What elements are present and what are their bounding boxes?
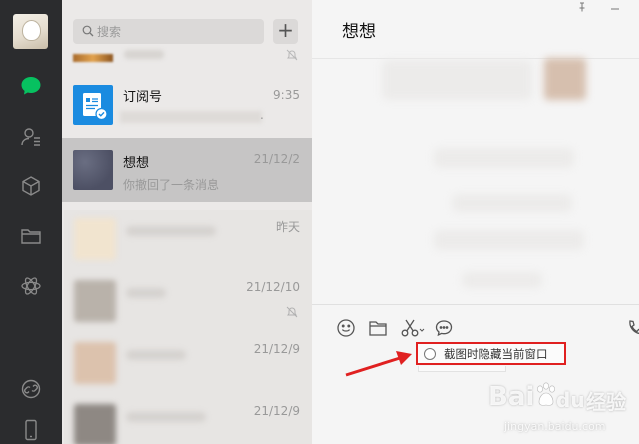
chat-time: 9:35 [273,88,300,102]
chat-time: 昨天 [275,220,300,234]
blurred-message [382,60,532,100]
mute-bell-icon [286,49,298,61]
blurred-avatar [74,218,116,260]
header-divider [312,58,639,59]
blurred-name [126,350,186,360]
blurred-name [126,412,206,422]
blurred-message [462,272,542,288]
chat-preview: 你撤回了一条消息 [123,178,220,192]
mini-program-icon[interactable] [19,274,43,298]
blurred-name [126,288,166,298]
link-icon[interactable] [19,377,43,401]
chat-time: 21/12/9 [253,342,300,356]
folder-send-icon[interactable] [368,318,388,338]
subscriptions-avatar [73,85,113,125]
mute-bell-icon [286,306,298,318]
minimize-icon[interactable] [610,3,620,13]
option-shadow [418,366,506,372]
chat-name: 想想 [123,156,150,171]
chat-time: 21/12/10 [246,280,300,294]
xiangxiang-avatar [73,150,113,190]
chat-list-panel: + 订阅号 9:35 . 想想 21/12/2 你撤回了一条消息 [62,0,312,444]
chat-name: 订阅号 [123,90,163,105]
chat-icon[interactable] [19,74,43,98]
phone-device-icon[interactable] [19,418,43,442]
watermark-brand: Bai [488,382,535,412]
blurred-message [452,194,572,212]
watermark-brand-suffix: du [556,388,585,412]
emoji-icon[interactable] [336,318,356,338]
chat-time: 21/12/9 [253,404,300,418]
chat-time: 21/12/2 [253,152,300,166]
blurred-message [434,148,574,168]
chat-preview: . [260,108,264,122]
list-item[interactable]: 昨天 [64,210,312,268]
list-item-xiangxiang[interactable]: 想想 21/12/2 你撤回了一条消息 [62,138,312,202]
pin-icon[interactable] [577,2,587,12]
blurred-preview [120,111,262,123]
watermark-cn: 经验 [586,390,626,414]
phone-call-icon[interactable] [626,318,639,338]
blurred-peer-avatar [544,58,586,100]
input-divider [312,304,639,305]
blurred-avatar [74,404,116,444]
hide-window-option[interactable]: 截图时隐藏当前窗口 [416,342,566,365]
folder-icon[interactable] [19,224,43,248]
watermark-url: jingyan.baidu.com [504,420,606,433]
partial-avatar [73,54,113,62]
chat-bubble-icon[interactable] [434,318,454,338]
blurred-name [126,226,216,236]
hide-window-radio[interactable] [424,348,436,360]
blurred-avatar [74,342,116,384]
blurred-message [434,230,584,250]
paw-icon [537,382,555,406]
hide-window-label: 截图时隐藏当前窗口 [444,347,548,361]
scissors-icon[interactable] [400,318,426,338]
partial-name [124,50,164,59]
list-item-subscriptions[interactable]: 订阅号 9:35 . [62,78,312,136]
list-item[interactable]: 21/12/9 [64,396,312,444]
my-avatar[interactable] [13,14,48,49]
contacts-icon[interactable] [19,125,43,149]
list-item[interactable]: 21/12/9 [64,334,312,392]
conversation-title: 想想 [342,22,376,42]
blurred-avatar [74,280,116,322]
side-rail [0,0,62,444]
baidu-watermark: Bai du 经验 jingyan.baidu.com [488,378,626,440]
blurred-chat-list: 昨天 21/12/10 21/12/9 21/12/9 [64,210,312,444]
cube-icon[interactable] [19,174,43,198]
list-item[interactable]: 21/12/10 [64,272,312,330]
subscription-doc-icon [83,93,108,121]
list-item-partial[interactable] [62,22,312,62]
